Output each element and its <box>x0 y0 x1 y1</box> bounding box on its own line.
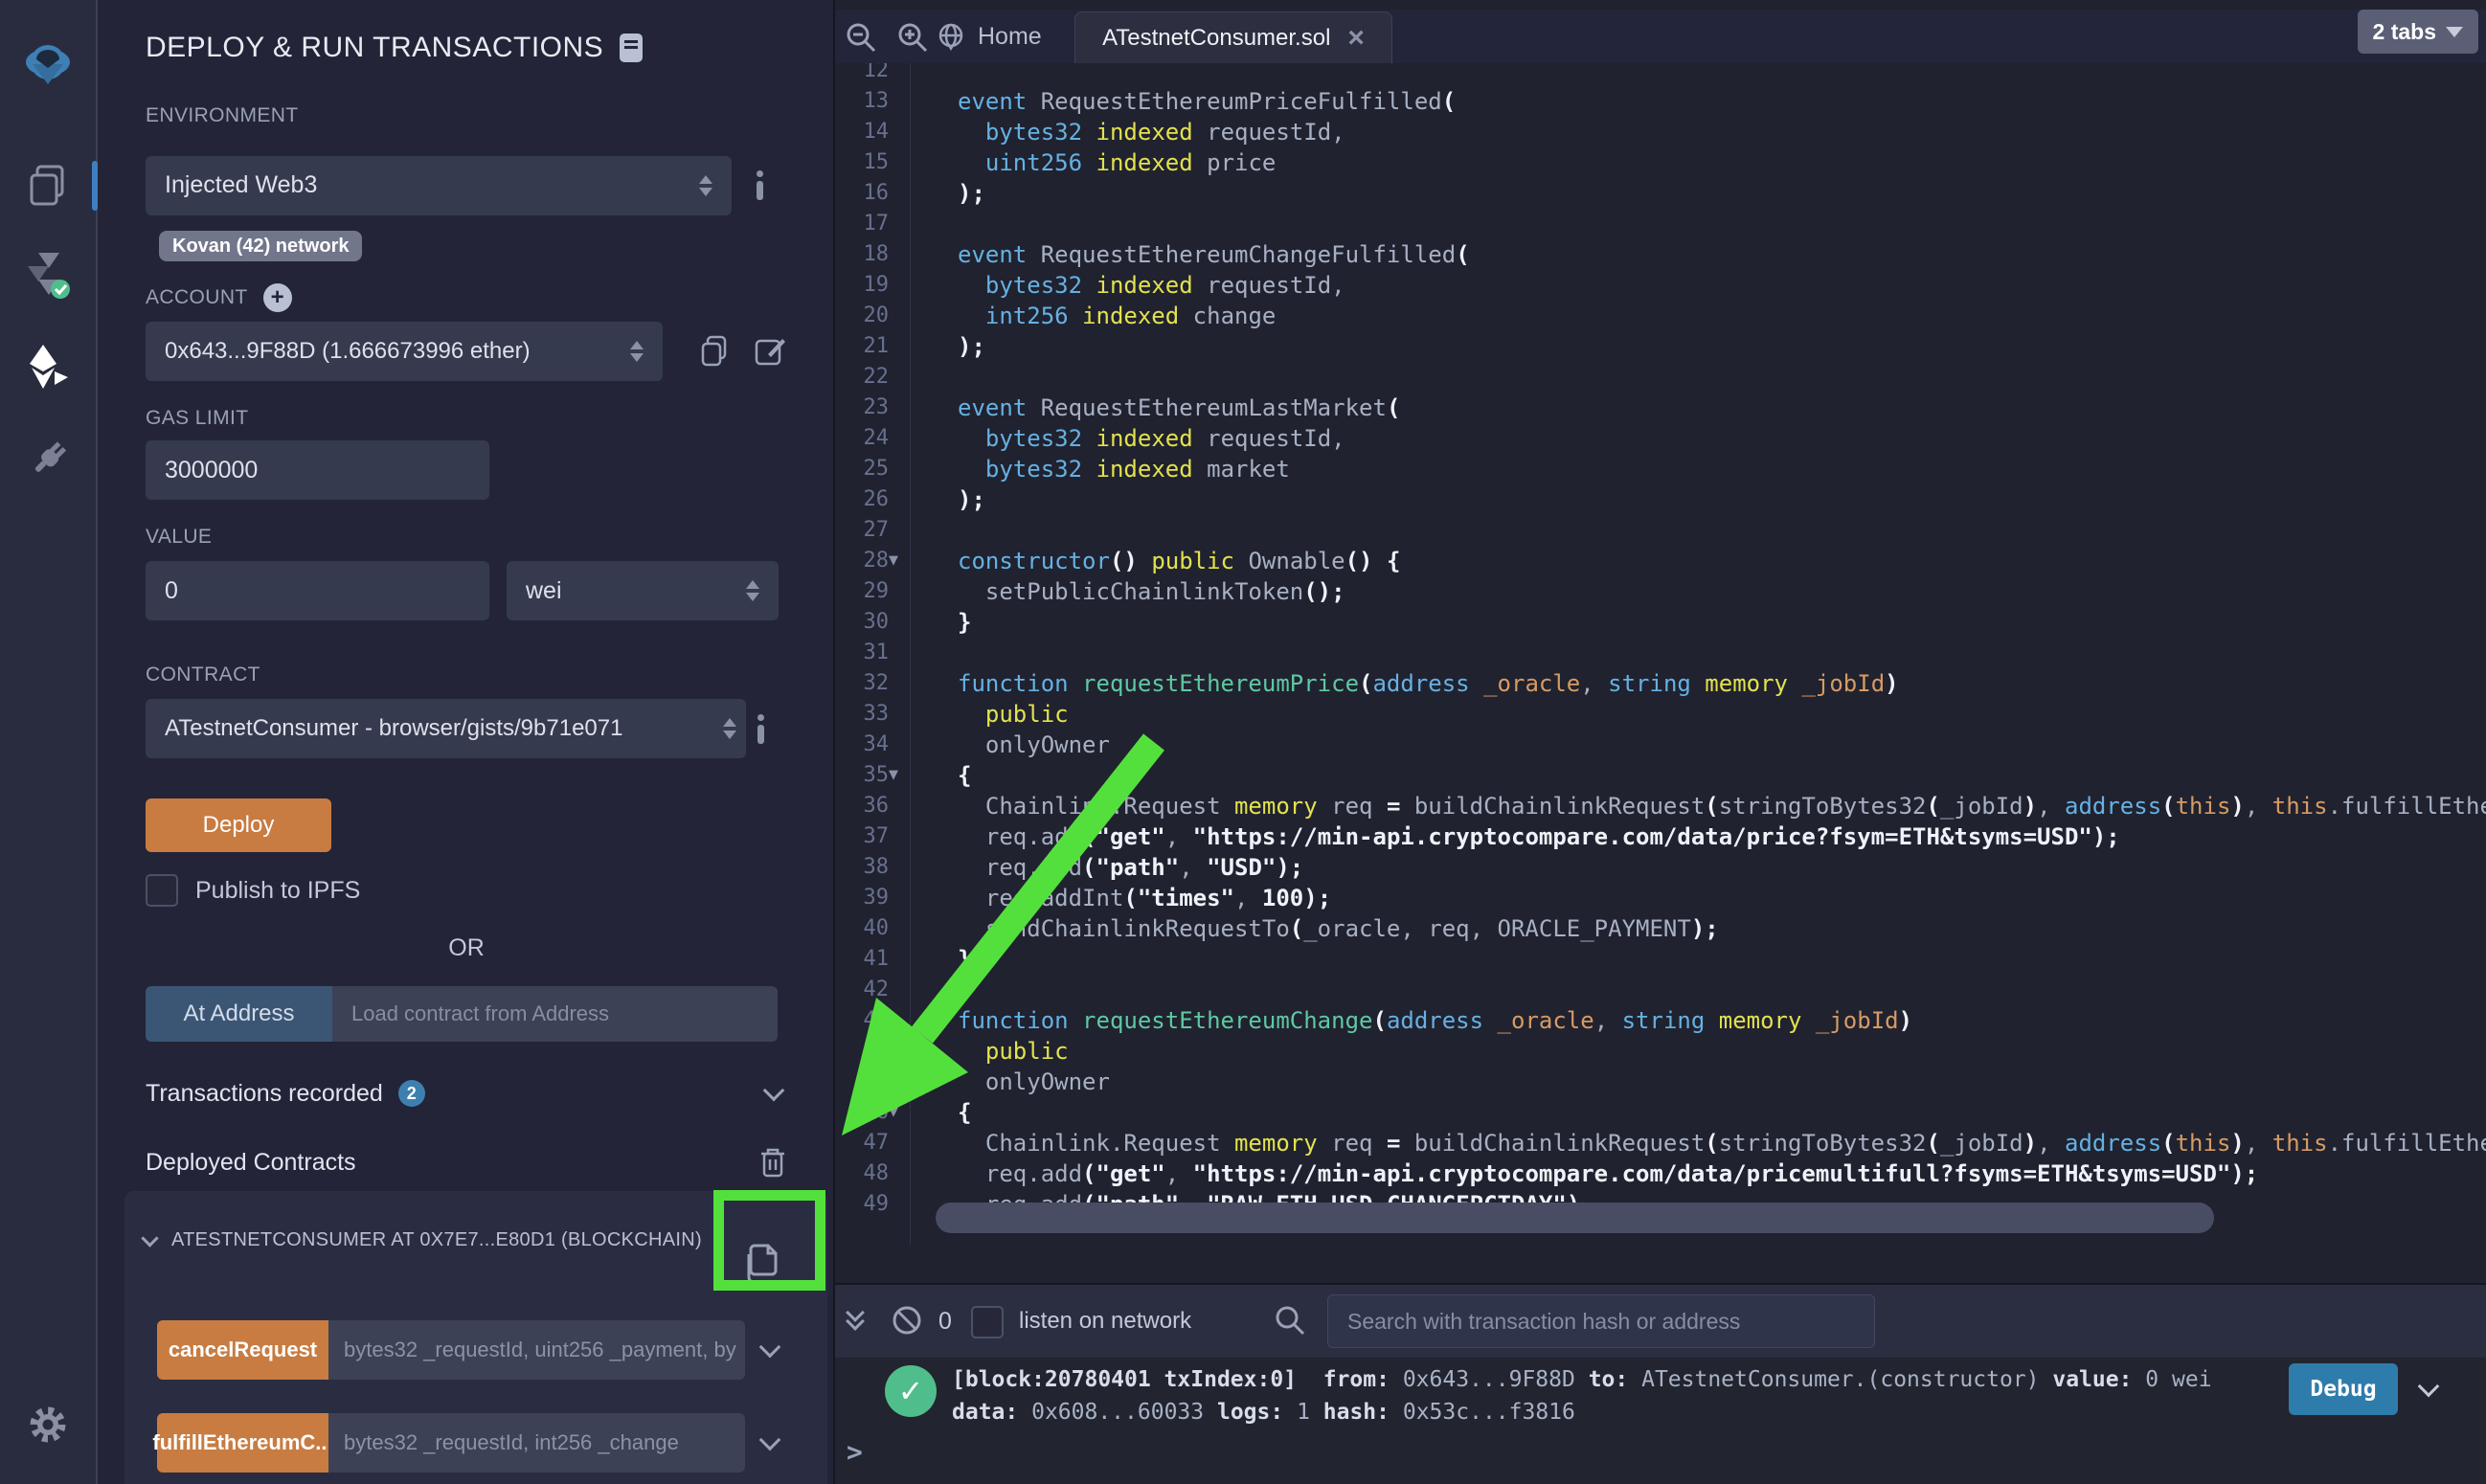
contract-expand-chevron-icon[interactable] <box>141 1229 158 1247</box>
expand-log-chevron-icon[interactable] <box>2418 1376 2440 1398</box>
environment-select[interactable]: Injected Web3 <box>146 156 732 215</box>
value-unit-select[interactable]: wei <box>507 561 779 620</box>
settings-gear-icon[interactable] <box>0 1404 96 1446</box>
line-number-gutter: 1213141516171819202122232425262728▼29303… <box>835 63 910 1220</box>
icon-sidebar <box>0 0 98 1484</box>
deployed-contract-card: ATESTNETCONSUMER AT 0X7E7...E80D1 (BLOCK… <box>124 1191 827 1484</box>
at-address-input[interactable] <box>332 986 778 1042</box>
cancel-request-params-input[interactable]: bytes32 _requestId, uint256 _payment, by <box>328 1320 745 1380</box>
deployed-contracts-label: Deployed Contracts <box>146 1149 356 1177</box>
tx-success-check-icon: ✓ <box>885 1365 937 1417</box>
edit-account-icon[interactable] <box>755 335 787 368</box>
gas-limit-input[interactable] <box>146 440 489 500</box>
active-plugin-indicator <box>92 161 98 211</box>
editor-region: Home ATestnetConsumer.sol × 2 tabs 12131… <box>833 0 2486 1484</box>
terminal-toolbar: 0 listen on network <box>835 1283 2486 1358</box>
debug-button[interactable]: Debug <box>2289 1363 2398 1415</box>
remix-logo-icon <box>0 38 96 94</box>
value-input[interactable] <box>146 561 489 620</box>
transactions-chevron-icon[interactable] <box>763 1080 785 1102</box>
pending-count: 0 <box>938 1308 952 1336</box>
contract-label: CONTRACT <box>146 663 787 687</box>
listen-network-checkbox[interactable] <box>971 1306 1004 1338</box>
account-label: ACCOUNT <box>146 286 248 309</box>
transactions-count-badge: 2 <box>398 1080 425 1107</box>
account-select[interactable]: 0x643...9F88D (1.666673996 ether) <box>146 322 663 381</box>
terminal-prompt[interactable]: > <box>847 1436 863 1468</box>
network-badge: Kovan (42) network <box>159 236 362 258</box>
tab-home[interactable]: Home <box>936 10 1042 63</box>
page-title: DEPLOY & RUN TRANSACTIONS <box>146 32 603 64</box>
code-area[interactable]: 1213141516171819202122232425262728▼29303… <box>835 63 2486 1245</box>
value-label: VALUE <box>146 525 787 550</box>
horizontal-scrollbar[interactable] <box>936 1203 2214 1233</box>
expand-terminal-double-chevron-icon[interactable] <box>848 1306 862 1328</box>
deploy-button[interactable]: Deploy <box>146 798 331 852</box>
select-arrows-icon <box>699 175 712 196</box>
listen-network-label: listen on network <box>1019 1308 1191 1335</box>
clear-console-ban-icon[interactable] <box>891 1304 923 1337</box>
terminal-search-input[interactable] <box>1327 1294 1875 1348</box>
fulfill-ethereum-button[interactable]: fulfillEthereumC... <box>157 1413 328 1473</box>
zoom-in-icon[interactable] <box>896 21 929 54</box>
transaction-log-line2: data: 0x608...60033 logs: 1 hash: 0x53c.… <box>952 1396 2225 1428</box>
copy-contract-address-icon[interactable] <box>741 1241 783 1289</box>
copy-account-icon[interactable] <box>699 334 730 369</box>
deploy-run-icon[interactable] <box>0 343 96 391</box>
clear-contracts-trash-icon[interactable] <box>758 1146 787 1179</box>
publish-ipfs-label: Publish to IPFS <box>195 877 360 905</box>
docs-icon[interactable] <box>619 33 644 63</box>
solidity-compiler-icon[interactable] <box>0 251 96 299</box>
environment-info-icon[interactable] <box>757 170 763 200</box>
contract-select[interactable]: ATestnetConsumer - browser/gists/9b71e07… <box>146 699 746 758</box>
home-globe-icon <box>936 21 966 52</box>
editor-tabbar: Home ATestnetConsumer.sol × 2 tabs <box>835 10 2486 63</box>
deploy-run-panel: DEPLOY & RUN TRANSACTIONS ENVIRONMENT In… <box>98 0 833 1484</box>
cancel-request-expand-chevron-icon[interactable] <box>759 1337 781 1359</box>
code-content[interactable]: event RequestEthereumPriceFulfilled( byt… <box>958 63 2486 1220</box>
transaction-log[interactable]: [block:20780401 txIndex:0] from: 0x643..… <box>952 1363 2225 1428</box>
chevron-down-icon <box>2446 27 2463 37</box>
select-arrows-icon <box>723 718 736 739</box>
at-address-button[interactable]: At Address <box>146 986 332 1042</box>
publish-ipfs-checkbox[interactable] <box>146 874 178 907</box>
zoom-out-icon[interactable] <box>845 21 877 54</box>
gutter-divider <box>910 63 911 1245</box>
remix-ide-window: DEPLOY & RUN TRANSACTIONS ENVIRONMENT In… <box>0 0 2486 1484</box>
deployed-contract-header[interactable]: ATESTNETCONSUMER AT 0X7E7...E80D1 (BLOCK… <box>144 1229 718 1251</box>
tabs-count-dropdown[interactable]: 2 tabs <box>2358 10 2478 54</box>
terminal-body[interactable]: ✓ [block:20780401 txIndex:0] from: 0x643… <box>835 1358 2486 1484</box>
search-icon <box>1274 1304 1306 1337</box>
contract-info-icon[interactable] <box>757 714 764 744</box>
panel-header: DEPLOY & RUN TRANSACTIONS <box>146 27 787 69</box>
transaction-log-line1: [block:20780401 txIndex:0] from: 0x643..… <box>952 1363 2225 1396</box>
fulfill-ethereum-params-input[interactable]: bytes32 _requestId, int256 _change <box>328 1413 745 1473</box>
select-arrows-icon <box>746 580 759 601</box>
fulfill-ethereum-expand-chevron-icon[interactable] <box>759 1429 781 1451</box>
plugin-manager-icon[interactable] <box>0 437 96 481</box>
environment-label: ENVIRONMENT <box>146 103 787 128</box>
transactions-recorded-label: Transactions recorded <box>146 1080 383 1108</box>
deployed-contract-title: ATESTNETCONSUMER AT 0X7E7...E80D1 (BLOCK… <box>171 1229 702 1251</box>
close-tab-icon[interactable]: × <box>1347 24 1365 53</box>
add-account-icon[interactable]: + <box>263 283 292 312</box>
tab-atestnetconsumer[interactable]: ATestnetConsumer.sol × <box>1074 11 1392 63</box>
gas-limit-label: GAS LIMIT <box>146 406 787 431</box>
file-explorer-icon[interactable] <box>0 163 96 209</box>
or-divider: OR <box>146 931 787 965</box>
cancel-request-button[interactable]: cancelRequest <box>157 1320 328 1380</box>
select-arrows-icon <box>630 341 644 362</box>
